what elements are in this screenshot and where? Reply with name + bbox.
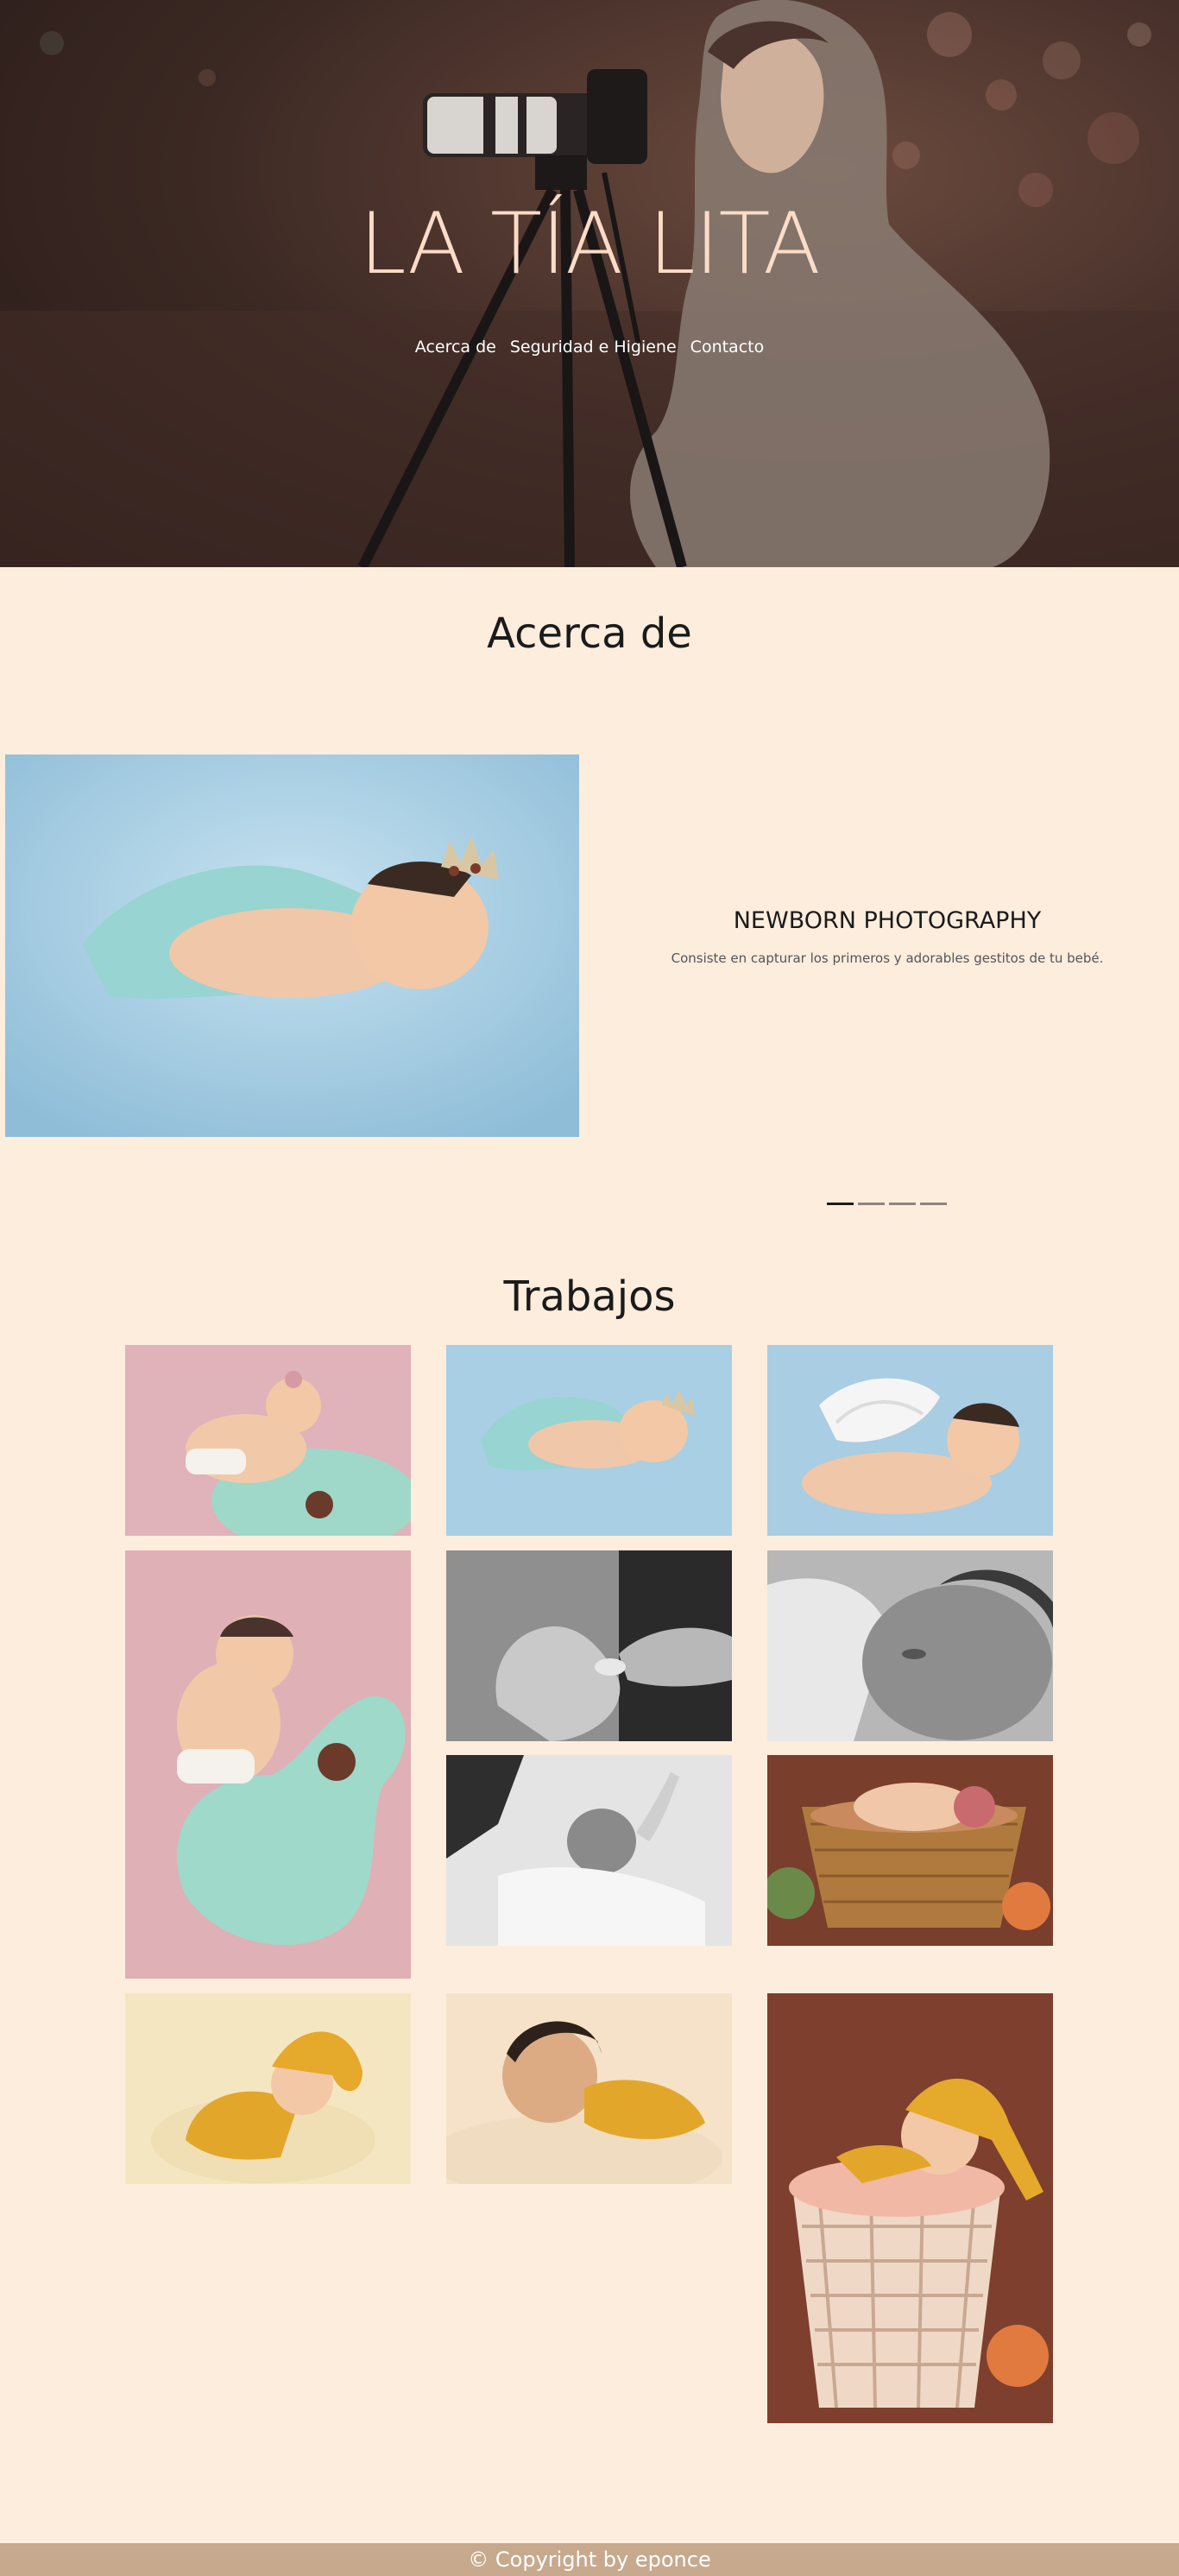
works-section-title: Trabajos	[503, 1272, 676, 1321]
carousel-slide-image[interactable]	[5, 754, 579, 1137]
carousel-indicator[interactable]	[827, 1203, 854, 1205]
footer: © Copyright by eponce	[0, 2543, 1179, 2576]
gallery-photo[interactable]	[125, 1345, 411, 1536]
carousel-indicator[interactable]	[889, 1203, 916, 1205]
gallery-photo[interactable]	[446, 1550, 732, 1741]
copyright-text: © Copyright by eponce	[468, 2548, 711, 2572]
gallery-photo[interactable]	[446, 1755, 732, 1946]
nav-link-seguridad-higiene[interactable]: Seguridad e Higiene	[510, 337, 677, 357]
carousel-caption-title: NEWBORN PHOTOGRAPHY	[733, 907, 1042, 934]
baby-angel-wings-photo-icon	[767, 1345, 1053, 1536]
gallery-photo[interactable]	[125, 1550, 411, 1979]
gallery-photo[interactable]	[767, 1755, 1053, 1946]
main-nav: Acerca de Seguridad e Higiene Contacto	[0, 337, 1179, 357]
carousel-caption-text: Consiste en capturar los primeros y ador…	[671, 950, 1104, 966]
baby-crown-blue-photo-icon	[446, 1345, 732, 1536]
baby-face-bw-photo-icon	[767, 1550, 1053, 1741]
baby-crown-photo-icon	[5, 754, 579, 1137]
gallery-photo[interactable]	[767, 1993, 1053, 2423]
about-section-title: Acerca de	[487, 609, 692, 658]
gallery-photo[interactable]	[125, 1993, 411, 2184]
carousel-indicator[interactable]	[920, 1203, 947, 1205]
nav-link-acerca-de[interactable]: Acerca de	[415, 337, 496, 357]
site-title: LA TÍA LITA	[359, 195, 821, 294]
carousel-indicator[interactable]	[858, 1203, 885, 1205]
baby-stretch-bw-photo-icon	[446, 1755, 732, 1946]
gallery-photo[interactable]	[767, 1550, 1053, 1741]
baby-basket-flowers-photo-icon	[767, 1755, 1053, 1946]
nav-link-contacto[interactable]: Contacto	[690, 337, 765, 357]
gallery-photo[interactable]	[446, 1993, 732, 2184]
carousel-indicators	[827, 1203, 947, 1205]
gallery-photo[interactable]	[767, 1345, 1053, 1536]
baby-seahorse-tall-photo-icon	[125, 1550, 411, 1979]
gallery-photo[interactable]	[446, 1345, 732, 1536]
baby-yellow-sweater-photo-icon	[446, 1993, 732, 2184]
hero-banner: LA TÍA LITA Acerca de Seguridad e Higien…	[0, 0, 1179, 567]
hands-bw-photo-icon	[446, 1550, 732, 1741]
baby-pink-seahorse-photo-icon	[125, 1345, 411, 1536]
baby-yellow-hat-photo-icon	[125, 1993, 411, 2184]
baby-basket-tall-photo-icon	[767, 1993, 1053, 2423]
